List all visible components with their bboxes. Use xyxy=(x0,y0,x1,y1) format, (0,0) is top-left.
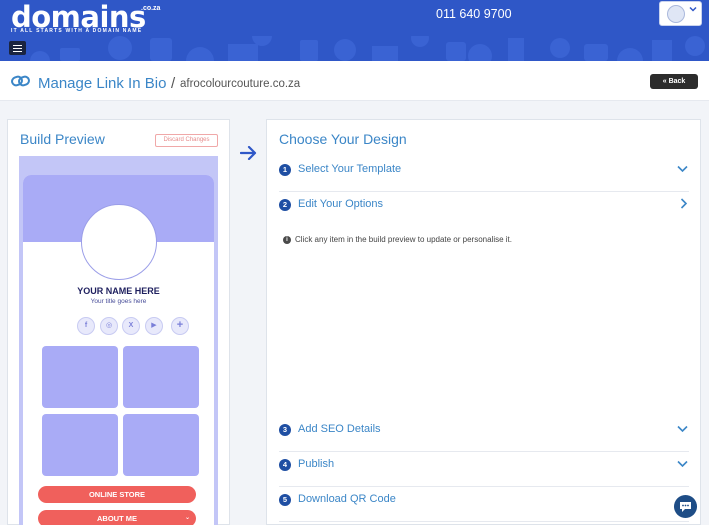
back-label: Back xyxy=(668,78,686,85)
step-label: Publish xyxy=(298,458,335,470)
page-title: Manage Link In Bio xyxy=(38,75,167,92)
step-label: Select Your Template xyxy=(298,163,402,175)
chevron-down-icon xyxy=(677,425,688,433)
chevron-down-icon xyxy=(677,460,688,468)
build-preview-title: Build Preview xyxy=(20,131,105,147)
step-label: Download QR Code xyxy=(298,493,396,505)
facebook-icon[interactable]: f xyxy=(77,317,95,335)
link-icon xyxy=(11,75,30,87)
step-label: Add SEO Details xyxy=(298,423,381,435)
chat-button[interactable] xyxy=(674,495,697,518)
step-number: 1 xyxy=(279,164,291,176)
image-tile[interactable] xyxy=(42,414,118,476)
chevron-down-icon xyxy=(689,6,697,12)
step-select-template[interactable]: 1 Select Your Template xyxy=(279,162,689,192)
user-menu-button[interactable] xyxy=(659,1,702,26)
step-number: 4 xyxy=(279,459,291,471)
phone-preview[interactable]: YOUR NAME HERE Your title goes here f ◎ … xyxy=(23,175,214,525)
logo-suffix: .co.za xyxy=(141,5,161,12)
image-tile[interactable] xyxy=(123,414,199,476)
step-download-qr[interactable]: 5 Download QR Code xyxy=(279,492,689,522)
back-button[interactable]: « Back xyxy=(650,74,698,89)
arrow-right-icon xyxy=(240,146,257,160)
domain-name: afrocolourcouture.co.za xyxy=(180,78,301,90)
site-header: domains .co.za IT ALL STARTS WITH A DOMA… xyxy=(0,0,709,61)
discard-changes-button[interactable]: Discard Changes xyxy=(155,134,218,147)
choose-design-panel: Choose Your Design 1 Select Your Templat… xyxy=(266,119,701,525)
chat-icon xyxy=(680,502,691,512)
youtube-icon[interactable]: ▶ xyxy=(145,317,163,335)
step-publish[interactable]: 4 Publish xyxy=(279,457,689,487)
double-chevron-left-icon: « xyxy=(662,78,667,85)
chevron-down-icon: ⌄ xyxy=(184,515,190,521)
info-text: Click any item in the build preview to u… xyxy=(295,235,512,244)
image-tile[interactable] xyxy=(42,346,118,408)
x-icon[interactable]: X xyxy=(122,317,140,335)
about-me-label: ABOUT ME xyxy=(97,514,137,523)
breadcrumb-separator: / xyxy=(171,75,176,92)
step-label: Edit Your Options xyxy=(298,198,384,210)
chevron-down-icon xyxy=(677,165,688,173)
header-pattern xyxy=(30,36,705,61)
preview-name[interactable]: YOUR NAME HERE xyxy=(23,286,214,296)
preview-subtitle[interactable]: Your title goes here xyxy=(23,298,214,305)
info-icon: i xyxy=(283,236,291,244)
user-avatar-icon xyxy=(667,5,685,23)
preview-frame: YOUR NAME HERE Your title goes here f ◎ … xyxy=(19,156,218,525)
title-bar: Manage Link In Bio / afrocolourcouture.c… xyxy=(0,61,709,101)
choose-design-title: Choose Your Design xyxy=(279,131,407,147)
step-number: 2 xyxy=(279,199,291,211)
logo-tagline: IT ALL STARTS WITH A DOMAIN NAME xyxy=(11,28,143,34)
profile-image-placeholder[interactable] xyxy=(81,204,157,280)
phone-number[interactable]: 011 640 9700 xyxy=(436,7,512,21)
step-add-seo[interactable]: 3 Add SEO Details xyxy=(279,422,689,452)
online-store-button[interactable]: ONLINE STORE xyxy=(38,486,196,503)
instagram-icon[interactable]: ◎ xyxy=(100,317,118,335)
image-tile[interactable] xyxy=(123,346,199,408)
add-icon[interactable]: + xyxy=(171,317,189,335)
step-number: 5 xyxy=(279,494,291,506)
build-preview-panel: Build Preview Discard Changes YOUR NAME … xyxy=(7,119,230,525)
about-me-button[interactable]: ABOUT ME ⌄ xyxy=(38,510,196,525)
hamburger-icon[interactable] xyxy=(9,41,26,55)
step-edit-options[interactable]: 2 Edit Your Options xyxy=(279,197,689,227)
chevron-right-icon xyxy=(680,198,688,209)
step-number: 3 xyxy=(279,424,291,436)
